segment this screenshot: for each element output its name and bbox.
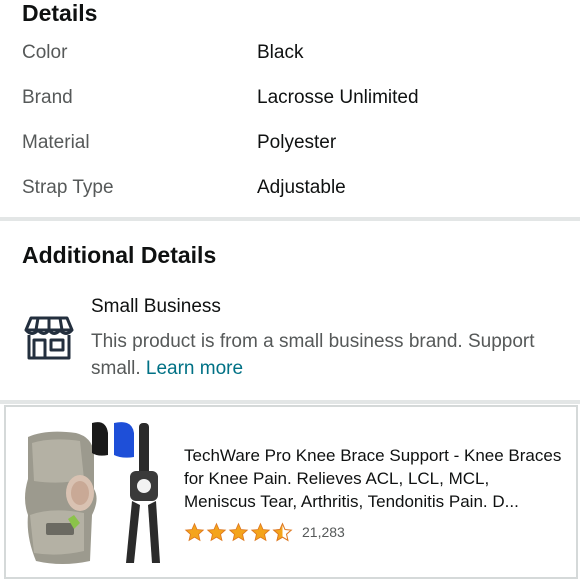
detail-row-brand: Brand Lacrosse Unlimited — [0, 86, 580, 131]
detail-value: Polyester — [257, 132, 337, 153]
detail-key: Brand — [22, 87, 73, 108]
star-full-icon — [250, 522, 271, 541]
detail-value: Adjustable — [257, 177, 346, 198]
detail-key: Color — [22, 42, 68, 63]
star-full-icon — [228, 522, 249, 541]
detail-row-color: Color Black — [0, 41, 580, 86]
learn-more-link[interactable]: Learn more — [146, 358, 243, 379]
detail-row-material: Material Polyester — [0, 131, 580, 176]
details-title: Details — [22, 0, 98, 26]
small-business-description: This product is from a small business br… — [91, 328, 561, 382]
storefront-icon — [24, 316, 74, 360]
star-full-icon — [206, 522, 227, 541]
product-title[interactable]: TechWare Pro Knee Brace Support - Knee B… — [184, 444, 564, 513]
detail-key: Material — [22, 132, 90, 153]
small-business-title: Small Business — [91, 296, 221, 317]
detail-key: Strap Type — [22, 177, 114, 198]
product-card[interactable]: TechWare Pro Knee Brace Support - Knee B… — [4, 405, 578, 579]
detail-row-strap-type: Strap Type Adjustable — [0, 176, 580, 221]
product-rating[interactable]: 21,283 — [184, 521, 345, 543]
star-full-icon — [184, 522, 205, 541]
section-divider — [0, 217, 580, 221]
knee-brace-product-image[interactable] — [22, 419, 160, 567]
section-divider — [0, 400, 580, 404]
detail-value: Black — [257, 42, 304, 63]
detail-value: Lacrosse Unlimited — [257, 87, 419, 108]
star-half-icon — [272, 521, 293, 541]
rating-count: 21,283 — [302, 524, 345, 540]
additional-details-title: Additional Details — [22, 242, 217, 268]
